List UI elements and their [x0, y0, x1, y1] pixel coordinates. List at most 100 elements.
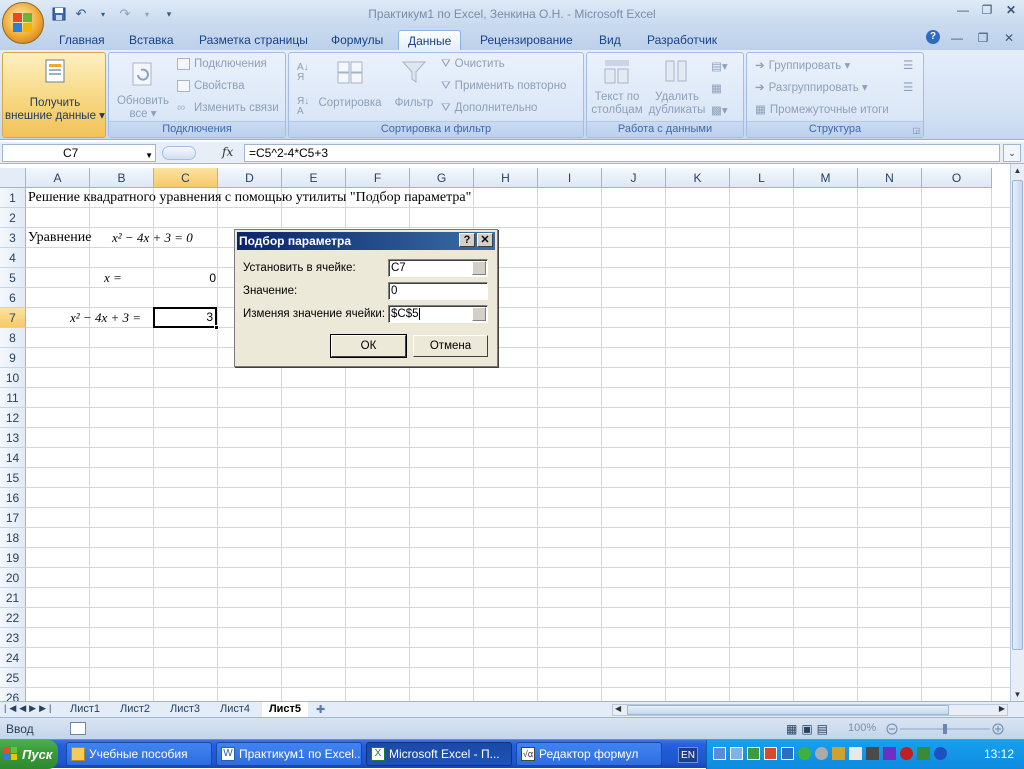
column-header-d[interactable]: D — [218, 168, 282, 188]
insert-function-icon[interactable]: fx — [222, 145, 233, 159]
vertical-scroll-thumb[interactable] — [1012, 180, 1023, 650]
equation-image-header[interactable]: x² − 4x + 3 = 0 — [112, 228, 193, 248]
consolidate-icon[interactable]: ▦ — [711, 81, 722, 95]
horizontal-scroll-thumb[interactable] — [627, 705, 949, 715]
tab-developer[interactable]: Разработчик — [638, 30, 726, 50]
cancel-button[interactable]: Отмена — [413, 335, 488, 357]
clear-button[interactable]: ⛛ Очистить — [441, 58, 505, 71]
changing-cell-ref-icon[interactable] — [472, 307, 486, 321]
name-box[interactable]: C7 ▼ — [2, 144, 156, 162]
row-header-7[interactable]: 7 — [0, 308, 26, 328]
tab-data[interactable]: Данные — [398, 30, 462, 50]
column-header-c[interactable]: C — [154, 168, 218, 188]
start-button[interactable]: Пуск — [0, 740, 58, 769]
row-header-21[interactable]: 21 — [0, 588, 26, 608]
horizontal-scrollbar[interactable]: ◀ ▶ — [612, 704, 1008, 716]
text-to-columns-button[interactable]: Текст по столбцам — [589, 57, 645, 117]
properties-button[interactable]: Свойства — [177, 80, 245, 92]
column-header-l[interactable]: L — [730, 168, 794, 188]
tab-formulas[interactable]: Формулы — [322, 30, 392, 50]
tab-home[interactable]: Главная — [50, 30, 114, 50]
ungroup-button[interactable]: ➔ Разгруппировать ▾ — [755, 80, 868, 94]
expand-formula-bar-icon[interactable]: ⌄ — [1003, 144, 1021, 162]
sheet-tab-3[interactable]: Лист3 — [162, 702, 208, 717]
column-header-a[interactable]: A — [26, 168, 90, 188]
column-header-i[interactable]: I — [538, 168, 602, 188]
cell-a1[interactable]: Решение квадратного уравнения с помощью … — [28, 188, 471, 208]
row-header-25[interactable]: 25 — [0, 668, 26, 688]
row-header-1[interactable]: 1 — [0, 188, 26, 208]
cell-a3[interactable]: Уравнение — [28, 228, 91, 248]
close-icon[interactable]: ✕ — [1002, 2, 1020, 18]
subtotal-button[interactable]: ▦ Промежуточные итоги — [755, 102, 889, 116]
dialog-help-icon[interactable]: ? — [459, 233, 475, 247]
column-header-b[interactable]: B — [90, 168, 154, 188]
column-header-o[interactable]: O — [922, 168, 992, 188]
task-folder[interactable]: Учебные пособия — [66, 742, 212, 766]
scroll-left-icon[interactable]: ◀ — [615, 704, 621, 713]
row-header-14[interactable]: 14 — [0, 448, 26, 468]
view-buttons-icons[interactable]: ▦▣▤ — [786, 722, 832, 736]
row-header-2[interactable]: 2 — [0, 208, 26, 228]
value-input[interactable]: 0 — [388, 282, 488, 300]
changing-cell-input[interactable]: $C$5 — [388, 305, 488, 323]
row-header-22[interactable]: 22 — [0, 608, 26, 628]
select-all-corner[interactable] — [0, 168, 26, 188]
minimize-icon[interactable]: — — [954, 2, 972, 18]
filter-button[interactable]: Фильтр — [389, 59, 439, 110]
sheet-tab-2[interactable]: Лист2 — [112, 702, 158, 717]
sheet-tab-4[interactable]: Лист4 — [212, 702, 258, 717]
row-header-18[interactable]: 18 — [0, 528, 26, 548]
column-header-j[interactable]: J — [602, 168, 666, 188]
ok-button[interactable]: ОК — [330, 334, 407, 358]
dialog-launcher-icon[interactable]: ◲ — [912, 126, 920, 135]
row-header-19[interactable]: 19 — [0, 548, 26, 568]
sheet-tab-5[interactable]: Лист5 — [262, 702, 308, 717]
row-header-10[interactable]: 10 — [0, 368, 26, 388]
set-cell-input[interactable]: C7 — [388, 259, 488, 277]
row-header-17[interactable]: 17 — [0, 508, 26, 528]
macro-record-icon[interactable] — [70, 722, 86, 735]
advanced-button[interactable]: ⛛ Дополнительно — [441, 102, 537, 115]
row-header-8[interactable]: 8 — [0, 328, 26, 348]
column-header-m[interactable]: M — [794, 168, 858, 188]
tab-review[interactable]: Рецензирование — [471, 30, 582, 50]
cell-c7-active[interactable]: 3 — [153, 307, 217, 328]
row-header-9[interactable]: 9 — [0, 348, 26, 368]
task-excel[interactable]: X Microsoft Excel - П... — [366, 742, 512, 766]
zoom-slider[interactable] — [880, 723, 1010, 735]
worksheet-grid[interactable]: ABCDEFGHIJKLMNO 1 2 3 4 5 6 7 8 9 10 11 12 13 14 15 16 1… — [0, 168, 1010, 704]
column-header-f[interactable]: F — [346, 168, 410, 188]
ribbon-minimize-icon[interactable]: — — [948, 30, 966, 46]
row-header-6[interactable]: 6 — [0, 288, 26, 308]
fill-handle[interactable] — [214, 325, 219, 330]
vertical-scrollbar[interactable]: ▲ ▼ — [1010, 164, 1024, 704]
row-header-23[interactable]: 23 — [0, 628, 26, 648]
row-header-3[interactable]: 3 — [0, 228, 26, 248]
row-header-16[interactable]: 16 — [0, 488, 26, 508]
edit-links-button[interactable]: ∞ Изменить связи — [177, 102, 279, 114]
column-header-e[interactable]: E — [282, 168, 346, 188]
group-button[interactable]: ➔ Группировать ▾ — [755, 58, 850, 72]
connections-button[interactable]: Подключения — [177, 58, 267, 70]
workbook-close-icon[interactable]: ✕ — [1000, 30, 1018, 46]
row-header-15[interactable]: 15 — [0, 468, 26, 488]
row-header-20[interactable]: 20 — [0, 568, 26, 588]
sort-button[interactable]: Сортировка — [317, 59, 383, 110]
help-icon[interactable]: ? — [926, 30, 940, 44]
row-header-4[interactable]: 4 — [0, 248, 26, 268]
task-word[interactable]: W Практикум1 по Excel... — [216, 742, 362, 766]
cell-c5[interactable]: 0 — [154, 268, 216, 288]
office-button[interactable] — [2, 2, 44, 44]
tab-page-layout[interactable]: Разметка страницы — [190, 30, 317, 50]
tab-view[interactable]: Вид — [590, 30, 630, 50]
formula-bar-resize-icon[interactable] — [162, 146, 196, 160]
hide-detail-icon[interactable]: ☰ — [903, 80, 913, 94]
scroll-right-icon[interactable]: ▶ — [999, 704, 1005, 713]
column-header-h[interactable]: H — [474, 168, 538, 188]
what-if-icon[interactable]: ▩▾ — [711, 103, 728, 117]
tab-insert[interactable]: Вставка — [120, 30, 183, 50]
sheet-tab-1[interactable]: Лист1 — [62, 702, 108, 717]
row-header-13[interactable]: 13 — [0, 428, 26, 448]
equation-image-row7[interactable]: x² − 4x + 3 = — [70, 308, 141, 328]
